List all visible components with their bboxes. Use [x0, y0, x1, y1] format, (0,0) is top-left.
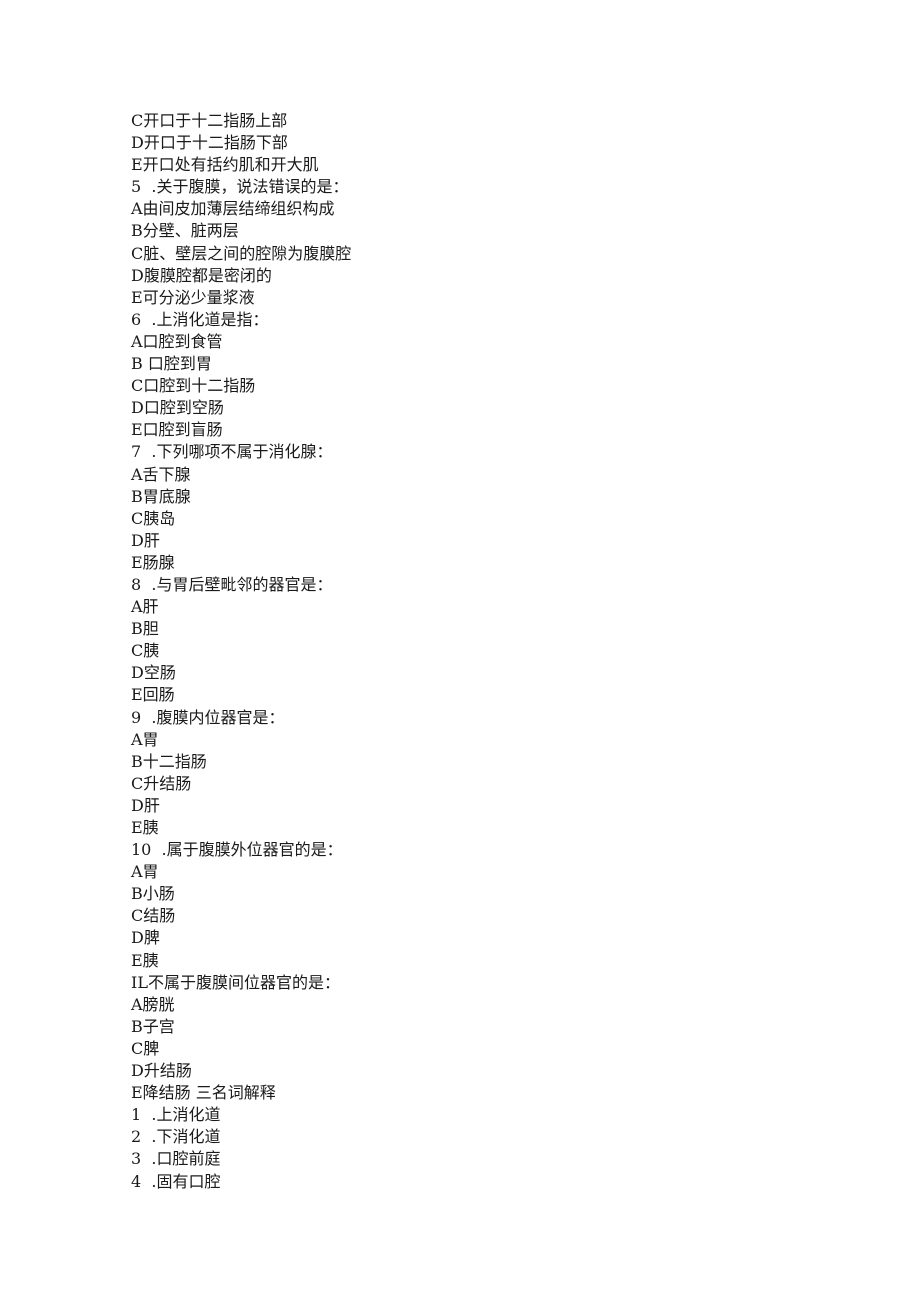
text-line: E开口处有括约肌和开大肌: [131, 155, 319, 175]
text-line: B分壁、脏两层: [131, 221, 239, 241]
text-line: 8 .与胃后壁毗邻的器官是：: [131, 574, 333, 594]
text-line: C结肠: [131, 906, 176, 926]
text-line: D脾: [131, 928, 160, 948]
text-line: B子宫: [131, 1016, 175, 1036]
text-line: B胃底腺: [131, 486, 191, 506]
text-line: A口腔到食管: [131, 331, 223, 351]
text-line: 3 .口腔前庭: [131, 1149, 221, 1169]
text-line: A舌下腺: [131, 464, 191, 484]
text-line: C胰岛: [131, 508, 176, 528]
text-line: E回肠: [131, 685, 175, 705]
text-line: D腹膜腔都是密闭的: [131, 265, 272, 285]
text-line: A膀胱: [131, 994, 175, 1014]
text-line: 9 .腹膜内位器官是：: [131, 707, 285, 727]
text-line: A肝: [131, 597, 159, 617]
text-line: C脾: [131, 1038, 160, 1058]
text-line: D升结肠: [131, 1061, 192, 1081]
text-line: E口腔到盲肠: [131, 420, 223, 440]
text-line: D空肠: [131, 663, 176, 683]
text-line: 1 .上消化道: [131, 1105, 221, 1125]
text-line: 7 .下列哪项不属于消化腺：: [131, 442, 333, 462]
text-line: E肠腺: [131, 552, 175, 572]
text-line: 5 .关于腹膜，说法错误的是：: [131, 177, 349, 197]
text-line: D肝: [131, 530, 160, 550]
text-line: E胰: [131, 950, 159, 970]
text-line: B 口腔到胃: [131, 354, 212, 374]
text-line: C开口于十二指肠上部: [131, 111, 288, 130]
text-line: E降结肠 三名词解释: [131, 1083, 276, 1103]
text-line: C口腔到十二指肠: [131, 376, 256, 396]
text-line: B十二指肠: [131, 751, 207, 771]
text-line: 2 .下消化道: [131, 1127, 221, 1147]
text-line: B胆: [131, 619, 159, 639]
text-line: B小肠: [131, 884, 175, 904]
text-line: D口腔到空肠: [131, 398, 224, 418]
text-line: 6 .上消化道是指：: [131, 309, 269, 329]
text-line: 10 .属于腹膜外位器官的是：: [131, 840, 343, 860]
text-line: C升结肠: [131, 773, 192, 793]
document-page: C开口于十二指肠上部 D开口于十二指肠下部 E开口处有括约肌和开大肌 5 .关于腹膜，…: [131, 110, 351, 1193]
text-line: C胰: [131, 641, 160, 661]
text-line: C脏、壁层之间的腔隙为腹膜腔: [131, 243, 352, 263]
text-line: D肝: [131, 795, 160, 815]
text-line: A由间皮加薄层结缔组织构成: [131, 199, 335, 219]
text-line: E胰: [131, 818, 159, 837]
text-line: E可分泌少量浆液: [131, 287, 255, 307]
text-line: IL不属于腹膜间位器官的是：: [131, 972, 340, 992]
text-line: D开口于十二指肠下部: [131, 133, 288, 153]
text-line: A胃: [131, 729, 159, 749]
text-line: 4 .固有口腔: [131, 1171, 221, 1191]
text-line: A胃: [131, 862, 159, 882]
